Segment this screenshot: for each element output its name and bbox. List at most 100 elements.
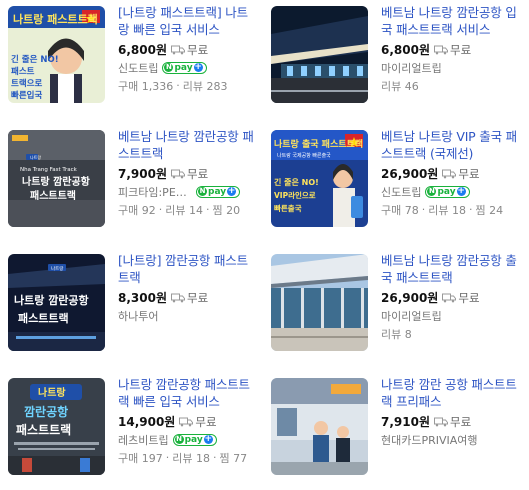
product-title[interactable]: 베트남 나트랑 깜란공항 출국 패스트트랙	[381, 252, 521, 286]
stat-reviews[interactable]: 리뷰 18	[172, 450, 210, 466]
npay-label: pay	[437, 186, 456, 197]
seller-name[interactable]: 피크타임:PEAKTIME	[118, 184, 192, 200]
product-title[interactable]: 나트랑 깜란 공항 패스트트랙 프리패스	[381, 376, 521, 410]
naver-n-icon: N	[174, 435, 184, 444]
product-title[interactable]: 베트남 나트랑 VIP 출국 패스트트랙 (국제선)	[381, 128, 521, 162]
seller-name[interactable]: 하나투어	[118, 308, 158, 324]
delivery-truck-icon	[434, 45, 448, 54]
product-card[interactable]: 나트랑 나트랑 깜란공항 패스트트랙 [나트랑] 깜란공항 패스트트랙 8,30…	[0, 248, 260, 358]
thumb-caption: 나트랑 국제공항 빠른출국	[277, 152, 331, 159]
naver-n-icon: N	[198, 187, 207, 196]
stat-purchases: 구매 1,336	[118, 79, 174, 93]
product-title[interactable]: 베트남 나트랑 깜란공항 패스트트랙	[118, 128, 258, 162]
product-thumbnail[interactable]: 나트랑 Nha Trang Fast Track 나트랑 깜란공항 패스트트랙	[8, 130, 105, 227]
thumb-heading: 패스트트랙	[30, 189, 76, 202]
stat-reviews[interactable]: 리뷰 46	[381, 78, 419, 94]
product-thumbnail[interactable]	[271, 6, 368, 103]
shipping-fee: 무료	[195, 414, 217, 429]
product-card[interactable]: 나트랑 패스트트랙 긴 줄은 NO! 패스트 트랙으로 빠른입국 [나트랑 패스…	[0, 0, 260, 110]
stat-reviews[interactable]: 리뷰 8	[381, 326, 412, 342]
plus-icon: +	[203, 434, 213, 444]
thumb-heading: 패스트트랙	[16, 422, 71, 437]
stat-reviews[interactable]: 리뷰 283	[183, 78, 228, 94]
product-card[interactable]: 나트랑 깜란 공항 패스트트랙 프리패스 7,910원 무료 현대카드PRIVI…	[263, 372, 523, 482]
product-thumbnail[interactable]: 나트랑 패스트트랙 긴 줄은 NO! 패스트 트랙으로 빠른입국	[8, 6, 105, 103]
shipping-fee: 무료	[458, 290, 480, 305]
seller-name[interactable]: 신도트립	[118, 60, 158, 76]
product-price: 26,900원	[381, 291, 439, 305]
svg-text:나트랑: 나트랑	[30, 154, 41, 160]
npay-label: pay	[208, 186, 227, 197]
stat-separator: ·	[158, 203, 163, 216]
stat-wishlist: 찜 24	[475, 203, 504, 217]
thumb-heading: 깜란공항	[24, 404, 68, 419]
product-card[interactable]: 베트남 나트랑 깜란공항 입국 패스트트랙 서비스 6,800원 무료 마이리얼…	[263, 0, 523, 110]
stat-separator: ·	[468, 203, 473, 216]
thumb-slogan: 긴 줄은 NO!	[11, 54, 59, 65]
shipping-fee: 무료	[458, 166, 480, 181]
seller-name[interactable]: 레츠비트립	[118, 432, 169, 448]
product-price: 6,800원	[381, 43, 430, 57]
thumb-caption: Nha Trang Fast Track	[20, 167, 78, 173]
thumb-heading: 나트랑 깜란공항	[22, 175, 91, 188]
stat-separator: ·	[212, 451, 217, 464]
product-title[interactable]: [나트랑 패스트트랙] 나트랑 빠른 입국 서비스	[118, 4, 258, 38]
delivery-truck-icon	[442, 293, 457, 302]
product-price: 14,900원	[118, 415, 176, 429]
stat-reviews[interactable]: 리뷰 14	[165, 202, 203, 218]
stat-separator: ·	[165, 451, 170, 464]
product-thumbnail[interactable]	[271, 378, 368, 475]
shipping-fee: 무료	[450, 42, 472, 57]
delivery-truck-icon	[179, 417, 194, 426]
thumb-slogan: 긴 줄은 NO!	[274, 177, 319, 187]
svg-text:나트랑: 나트랑	[51, 265, 63, 272]
product-price: 7,910원	[381, 415, 430, 429]
plus-icon: +	[193, 62, 203, 72]
product-thumbnail[interactable]: 나트랑 나트랑 깜란공항 패스트트랙	[8, 254, 105, 351]
delivery-truck-icon	[171, 293, 185, 302]
shipping-fee: 무료	[187, 290, 209, 305]
npay-badge: Npay +	[172, 433, 217, 446]
thumb-line: 빠른입국	[11, 90, 42, 101]
thumb-banner-text: 나트랑 출국 패스트트랙	[274, 138, 363, 150]
npay-badge: Npay +	[425, 185, 470, 198]
seller-name[interactable]: 현대카드PRIVIA여행	[381, 432, 478, 448]
product-title[interactable]: [나트랑] 깜란공항 패스트트랙	[118, 252, 258, 286]
stat-purchases: 구매 92	[118, 203, 156, 217]
product-price: 8,300원	[118, 291, 167, 305]
product-thumbnail[interactable]: 나트랑 출국 패스트트랙 나트랑 국제공항 빠른출국 긴 줄은 NO! VIP라…	[271, 130, 368, 227]
naver-n-icon: N	[164, 63, 174, 72]
shipping-fee: 무료	[187, 166, 209, 181]
npay-label: pay	[184, 434, 203, 445]
thumb-line: 트랙으로	[11, 78, 42, 89]
stat-reviews[interactable]: 리뷰 18	[428, 202, 466, 218]
product-title[interactable]: 나트랑 깜란공항 패스트트랙 빠른 입국 서비스	[118, 376, 258, 410]
stat-wishlist: 찜 77	[219, 451, 248, 465]
seller-name[interactable]: 마이리얼트립	[381, 60, 442, 76]
product-price: 7,900원	[118, 167, 167, 181]
npay-label: pay	[174, 62, 193, 73]
product-price: 26,900원	[381, 167, 439, 181]
seller-name[interactable]: 신도트립	[381, 184, 421, 200]
product-card[interactable]: 나트랑 깜란공항 패스트트랙 나트랑 깜란공항 패스트트랙 빠른 입국 서비스 …	[0, 372, 260, 482]
product-card[interactable]: 베트남 나트랑 깜란공항 출국 패스트트랙 26,900원 무료 마이리얼트립 …	[263, 248, 523, 358]
npay-badge: Npay +	[162, 61, 207, 74]
product-card[interactable]: 나트랑 Nha Trang Fast Track 나트랑 깜란공항 패스트트랙 …	[0, 124, 260, 234]
thumb-banner-text: 나트랑 패스트트랙	[13, 12, 98, 26]
product-card[interactable]: 나트랑 출국 패스트트랙 나트랑 국제공항 빠른출국 긴 줄은 NO! VIP라…	[263, 124, 523, 234]
delivery-truck-icon	[442, 169, 457, 178]
stat-separator: ·	[176, 79, 180, 92]
thumb-heading: 나트랑 깜란공항	[14, 293, 89, 307]
product-title[interactable]: 베트남 나트랑 깜란공항 입국 패스트트랙 서비스	[381, 4, 521, 38]
delivery-truck-icon	[171, 169, 185, 178]
seller-name[interactable]: 마이리얼트립	[381, 308, 442, 324]
plus-icon: +	[456, 186, 466, 196]
stat-separator: ·	[421, 203, 426, 216]
stat-separator: ·	[205, 203, 210, 216]
product-thumbnail[interactable]	[271, 254, 368, 351]
product-thumbnail[interactable]: 나트랑 깜란공항 패스트트랙	[8, 378, 105, 475]
stat-purchases: 구매 78	[381, 203, 419, 217]
npay-badge: Npay +	[196, 185, 241, 198]
naver-n-icon: N	[427, 187, 437, 196]
shipping-fee: 무료	[450, 414, 472, 429]
